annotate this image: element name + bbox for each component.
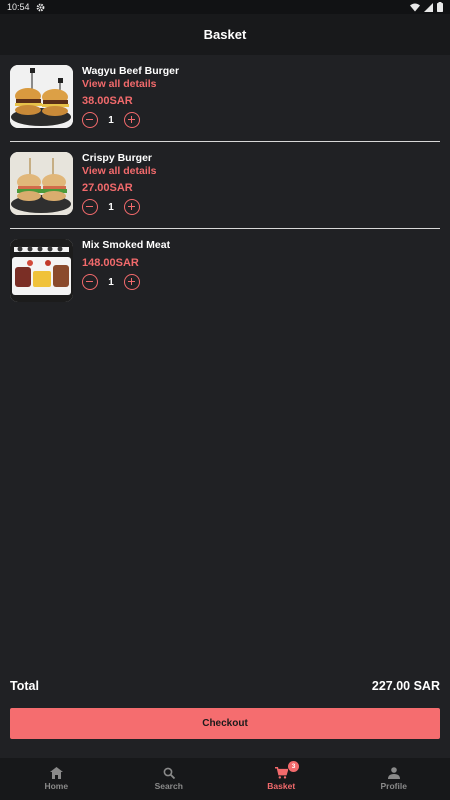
- quantity-stepper: 1: [82, 198, 157, 216]
- item-price: 148.00SAR: [82, 257, 139, 269]
- decrease-quantity-button[interactable]: [82, 199, 98, 215]
- item-price: 27.00SAR: [82, 182, 133, 194]
- status-time: 10:54: [7, 2, 30, 12]
- nav-item-profile[interactable]: Profile: [338, 758, 450, 800]
- quantity-value: 1: [108, 276, 114, 288]
- app-header: Basket: [0, 14, 450, 55]
- basket-item: Crispy Burger View all details 27.00SAR …: [0, 142, 450, 229]
- item-name: Mix Smoked Meat: [82, 239, 171, 251]
- nav-label: Basket: [267, 781, 296, 791]
- settings-gear-icon: [36, 3, 44, 11]
- search-icon: [163, 767, 175, 779]
- nav-label: Profile: [380, 781, 407, 791]
- quantity-value: 1: [108, 201, 114, 213]
- basket-item: Wagyu Beef Burger View all details 38.00…: [0, 55, 450, 142]
- quantity-stepper: 1: [82, 111, 179, 129]
- view-details-link[interactable]: View all details: [82, 78, 179, 90]
- product-image-wagyu-burger[interactable]: [10, 65, 73, 128]
- status-bar: 10:54: [0, 0, 450, 14]
- quantity-stepper: 1: [82, 273, 170, 291]
- nav-label: Search: [154, 781, 183, 791]
- item-name: Wagyu Beef Burger: [82, 65, 180, 77]
- home-icon: [49, 767, 63, 779]
- product-image-crispy-burger[interactable]: [10, 152, 73, 215]
- nav-item-search[interactable]: Search: [113, 758, 226, 800]
- total-row: Total 227.00 SAR: [10, 678, 440, 694]
- decrease-quantity-button[interactable]: [82, 274, 98, 290]
- battery-icon: [437, 2, 443, 12]
- total-value: 227.00 SAR: [371, 679, 440, 693]
- minus-icon: [86, 118, 93, 121]
- page-title: Basket: [203, 27, 247, 42]
- cart-icon: [274, 767, 288, 779]
- product-image-mix-smoked-meat[interactable]: [10, 239, 73, 302]
- total-label: Total: [10, 679, 39, 693]
- cart-count-badge: 3: [288, 761, 299, 772]
- bottom-nav: Home Search 3 Basket Profile: [0, 758, 450, 800]
- checkout-button[interactable]: Checkout: [10, 708, 440, 739]
- view-details-link[interactable]: View all details: [82, 165, 157, 177]
- increase-quantity-button[interactable]: [124, 274, 140, 290]
- increase-quantity-button[interactable]: [124, 112, 140, 128]
- item-name: Crispy Burger: [82, 152, 153, 164]
- nav-item-home[interactable]: Home: [0, 758, 113, 800]
- minus-icon: [86, 205, 93, 208]
- basket-list: Wagyu Beef Burger View all details 38.00…: [0, 55, 450, 316]
- quantity-value: 1: [108, 114, 114, 126]
- minus-icon: [86, 280, 93, 283]
- increase-quantity-button[interactable]: [124, 199, 140, 215]
- decrease-quantity-button[interactable]: [82, 112, 98, 128]
- wifi-icon: [410, 3, 420, 11]
- signal-icon: [424, 2, 433, 12]
- basket-item: Mix Smoked Meat 148.00SAR 1: [0, 229, 450, 316]
- nav-item-basket[interactable]: 3 Basket: [225, 758, 338, 800]
- item-price: 38.00SAR: [82, 95, 133, 107]
- person-icon: [387, 767, 400, 779]
- nav-label: Home: [44, 781, 69, 791]
